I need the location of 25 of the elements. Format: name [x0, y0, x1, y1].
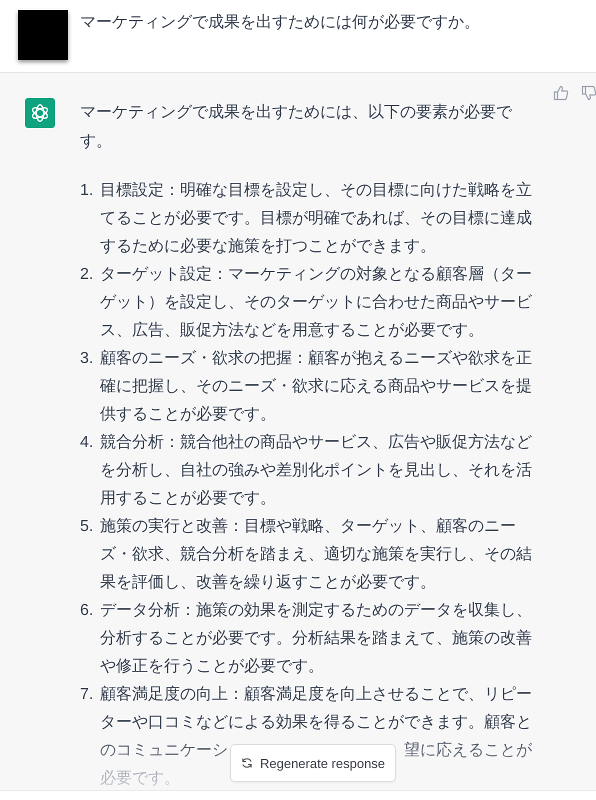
- list-item-text: 施策の実行と改善：目標や戦略、ターゲット、顧客のニーズ・欲求、競合分析を踏まえ、適切な施策を実行し、その結果を評価し、改善を繰り返すことが必要です。: [100, 516, 533, 593]
- list-item-text: 顧客のニーズ・欲求の把握：顧客が抱えるニーズや欲求を正確に把握し、そのニーズ・欲求に応える商品やサービスを提供することが必要です。: [100, 348, 533, 425]
- list-item-text: 顧客満足度の向上：顧客満足度を向上させることで、リピーターや口コミなどによる効果を得ることができます。顧客と: [100, 684, 533, 733]
- list-item-text: 競合分析：競合他社の商品やサービス、広告や販促方法などを分析し、自社の強みや差別化ポイントを見出し、それを活用することが必要です。: [100, 432, 533, 509]
- thumbs-down-icon[interactable]: [581, 85, 596, 101]
- response-intro: マーケティングで成果を出すためには、以下の要素が必要です。: [80, 102, 514, 152]
- list-number: 3.: [80, 349, 94, 369]
- refresh-icon: [241, 757, 253, 769]
- assistant-logo-icon: [25, 98, 55, 128]
- user-avatar: [18, 10, 68, 60]
- user-message: マーケティングで成果を出すためには何が必要ですか。: [80, 12, 480, 33]
- list-item-text: のコミュニケーシ: [100, 741, 228, 761]
- list-number: 7.: [80, 685, 94, 705]
- list-item-text: 目標設定：明確な目標を設定し、その目標に向けた戦略を立てることが必要です。目標が明確であれば、その目標に達成するために必要な施策を打つことができます。: [100, 180, 533, 257]
- list-item-text: データ分析：施策の効果を測定するためのデータを収集し、分析することが必要です。分析結果を踏まえて、施策の改善や修正を行うことが必要です。: [100, 600, 533, 677]
- list-number: 6.: [80, 601, 94, 621]
- list-number: 2.: [80, 265, 94, 285]
- list-item-text: 必要です。: [100, 770, 180, 787]
- thumbs-up-icon[interactable]: [553, 85, 569, 101]
- list-number: 1.: [80, 181, 94, 201]
- list-item-text: 望に応えることが: [404, 740, 532, 761]
- list-number: 5.: [80, 517, 94, 537]
- regenerate-button[interactable]: Regenerate response: [230, 744, 396, 782]
- list-item-text: ターゲット設定：マーケティングの対象となる顧客層（ターゲット）を設定し、そのターゲットに合わせた商品やサービス、広告、販促方法などを用意することが必要です。: [100, 264, 533, 341]
- list-number: 4.: [80, 433, 94, 453]
